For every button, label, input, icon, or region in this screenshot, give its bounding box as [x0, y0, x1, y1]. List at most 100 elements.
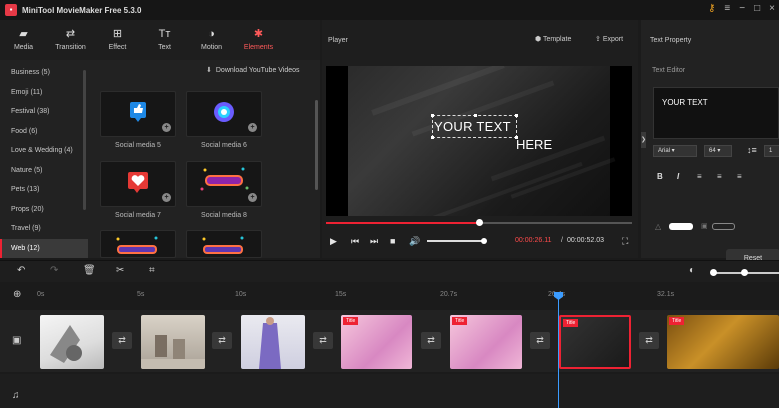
next-frame-icon[interactable]: ⏭: [370, 234, 378, 248]
element-label: Social media 7: [115, 212, 161, 219]
audio-mix-icon[interactable]: ◐: [689, 265, 695, 276]
text-selection-box[interactable]: [431, 114, 518, 139]
preview-subtitle-text[interactable]: HERE: [516, 137, 552, 152]
resize-handle[interactable]: [474, 114, 477, 117]
volume-slider[interactable]: [427, 240, 485, 242]
bold-icon[interactable]: B: [657, 172, 663, 181]
element-card-social-media-8[interactable]: +: [186, 161, 262, 207]
player-panel: Player ⬢ Template ⇪ Export YOUR TEXT HER…: [322, 20, 638, 258]
ruler-tick: 5s: [137, 291, 145, 298]
tab-effect[interactable]: ⊞ Effect: [94, 20, 141, 60]
maximize-icon[interactable]: □: [754, 3, 760, 14]
line-spacing-select[interactable]: 1: [764, 145, 779, 157]
title-clip-selected[interactable]: Title: [559, 315, 631, 369]
category-item-nature[interactable]: Nature (5): [0, 161, 88, 181]
add-element-icon[interactable]: +: [248, 123, 257, 132]
title-clip[interactable]: Title: [450, 315, 522, 369]
title-tag: Title: [563, 319, 579, 327]
align-center-icon[interactable]: ≡: [717, 172, 722, 181]
category-item-travel[interactable]: Travel (9): [0, 219, 88, 239]
tab-media[interactable]: ▰ Media: [0, 20, 47, 60]
category-scrollbar[interactable]: [83, 70, 86, 210]
timeline-ruler[interactable]: ⊕ 0s 5s 10s 15s 20.7s 26.4s 32.1s: [0, 284, 779, 306]
text-color-swatch[interactable]: [669, 223, 693, 230]
category-item-love-wedding[interactable]: Love & Wedding (4): [0, 141, 88, 161]
split-icon[interactable]: ✂: [116, 265, 124, 276]
title-clip[interactable]: Title: [341, 315, 412, 369]
element-card-social-media-5[interactable]: +: [100, 91, 176, 137]
elements-icon: ✱: [253, 28, 264, 40]
element-card-social-media-9[interactable]: [100, 230, 176, 258]
close-icon[interactable]: ×: [769, 3, 775, 14]
tab-elements[interactable]: ✱ Elements: [235, 20, 282, 60]
previous-frame-icon[interactable]: ⏮: [351, 234, 359, 248]
undo-icon[interactable]: ↶: [17, 265, 25, 276]
crop-icon[interactable]: ⌗: [149, 265, 155, 276]
transition-slot[interactable]: ⇄: [212, 332, 232, 349]
italic-icon[interactable]: I: [677, 172, 679, 181]
elements-scrollbar[interactable]: [315, 100, 318, 190]
element-label: Social media 6: [201, 142, 247, 149]
resize-handle[interactable]: [431, 136, 434, 139]
align-left-icon[interactable]: ≡: [697, 172, 702, 181]
title-tag: Title: [669, 317, 685, 325]
title-tag: Title: [452, 317, 468, 325]
text-editor-field[interactable]: YOUR TEXT: [653, 87, 779, 139]
video-clip[interactable]: [241, 315, 305, 369]
add-element-icon[interactable]: +: [248, 193, 257, 202]
font-family-select[interactable]: Arial ▾: [653, 145, 697, 157]
border-color-swatch[interactable]: [712, 223, 735, 230]
redo-icon[interactable]: ↷: [50, 265, 58, 276]
transition-slot[interactable]: ⇄: [639, 332, 659, 349]
category-item-business[interactable]: Business (5): [0, 63, 88, 83]
add-element-icon[interactable]: +: [162, 193, 171, 202]
menu-icon[interactable]: ≡: [724, 3, 730, 14]
element-card-social-media-7[interactable]: +: [100, 161, 176, 207]
element-card-social-media-6[interactable]: +: [186, 91, 262, 137]
resize-handle[interactable]: [515, 114, 518, 117]
minimize-icon[interactable]: −: [739, 3, 745, 14]
transition-slot[interactable]: ⇄: [530, 332, 550, 349]
zoom-knob[interactable]: [741, 269, 748, 276]
play-icon[interactable]: ▶: [330, 234, 337, 248]
key-icon[interactable]: ⚷: [708, 3, 715, 14]
category-item-props[interactable]: Props (20): [0, 200, 88, 220]
category-item-emoji[interactable]: Emoji (11): [0, 83, 88, 103]
tab-motion[interactable]: ◑ Motion: [188, 20, 235, 60]
transition-slot[interactable]: ⇄: [313, 332, 333, 349]
download-youtube-link[interactable]: ⬇ Download YouTube Videos: [206, 66, 300, 74]
volume-knob[interactable]: [481, 238, 487, 244]
transition-slot[interactable]: ⇄: [421, 332, 441, 349]
category-item-food[interactable]: Food (6): [0, 122, 88, 142]
category-item-festival[interactable]: Festival (38): [0, 102, 88, 122]
template-button[interactable]: ⬢ Template: [535, 35, 571, 43]
add-track-icon[interactable]: ⊕: [13, 289, 21, 300]
playback-progress[interactable]: [326, 219, 632, 226]
element-card-social-media-10[interactable]: [186, 230, 262, 258]
align-right-icon[interactable]: ≡: [737, 172, 742, 181]
font-size-select[interactable]: 64 ▾: [704, 145, 732, 157]
category-item-web[interactable]: Web (12): [0, 238, 88, 258]
collapse-panel-icon[interactable]: ❯: [641, 132, 646, 148]
delete-icon[interactable]: 🗑: [83, 265, 96, 276]
tab-text[interactable]: Tт Text: [141, 20, 188, 60]
add-element-icon[interactable]: +: [162, 123, 171, 132]
fullscreen-icon[interactable]: ⛶: [622, 234, 628, 248]
title-clip[interactable]: Title: [667, 315, 779, 369]
video-preview[interactable]: YOUR TEXT HERE: [326, 66, 632, 216]
audio-track[interactable]: ♫: [0, 374, 779, 408]
volume-icon[interactable]: 🔊: [409, 234, 420, 248]
progress-knob[interactable]: [476, 219, 483, 226]
zoom-out-icon[interactable]: [710, 269, 717, 276]
tab-transition[interactable]: ⇄ Transition: [47, 20, 94, 60]
export-button[interactable]: ⇪ Export: [595, 35, 623, 43]
stop-icon[interactable]: ■: [390, 234, 395, 248]
playhead-line[interactable]: [558, 296, 559, 408]
transition-slot[interactable]: ⇄: [112, 332, 132, 349]
music-icon: ♫: [12, 390, 20, 401]
video-clip[interactable]: [141, 315, 205, 369]
category-item-pets[interactable]: Pets (13): [0, 180, 88, 200]
toolbar-tabs: ▰ Media ⇄ Transition ⊞ Effect Tт Text ◑ …: [0, 20, 320, 60]
resize-handle[interactable]: [431, 114, 434, 117]
video-clip[interactable]: [40, 315, 104, 369]
